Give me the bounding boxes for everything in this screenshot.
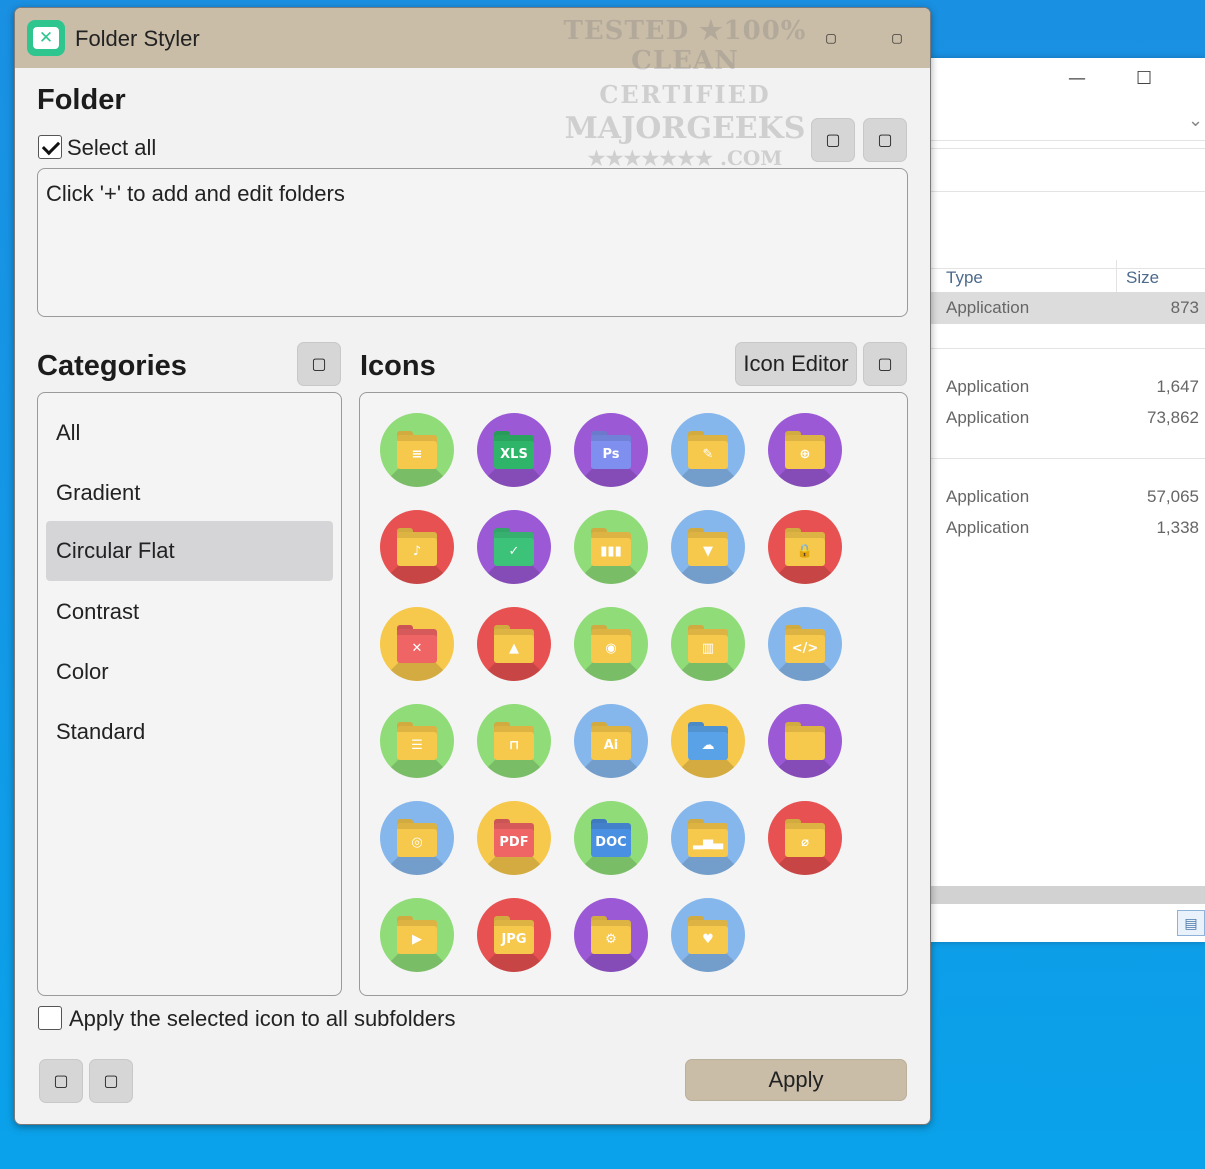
bottom-button-1[interactable]: ▢ [39, 1059, 83, 1103]
pdf-folder-icon[interactable]: PDF [477, 801, 551, 875]
icons-menu-button[interactable]: ▢ [863, 342, 907, 386]
close-button[interactable]: ▢ [887, 28, 907, 48]
select-all-checkbox[interactable] [38, 135, 62, 159]
folder-action-button-1[interactable]: ▢ [811, 118, 855, 162]
divider [930, 348, 1205, 349]
file-type: Application [946, 377, 1030, 396]
cloud-folder-icon[interactable]: ☁ [671, 704, 745, 778]
audio-folder-icon[interactable]: ♪ [380, 510, 454, 584]
explorer-minimize-button[interactable]: — [1068, 68, 1086, 89]
explorer-window: — ☐ ⌄ Type Size Application 873 Applicat… [930, 58, 1205, 942]
file-type: Application [946, 518, 1030, 537]
xls-folder-icon[interactable]: XLS [477, 413, 551, 487]
chart-folder-icon[interactable]: ▂▅▃ [671, 801, 745, 875]
jpg-folder-icon[interactable]: JPG [477, 898, 551, 972]
check-folder-icon[interactable]: ✓ [477, 510, 551, 584]
games-folder-icon[interactable]: ◉ [574, 607, 648, 681]
apply-subfolders-checkbox[interactable] [38, 1006, 62, 1030]
photoshop-folder-icon[interactable]: Ps [574, 413, 648, 487]
divider [930, 140, 1205, 141]
categories-list: All Gradient Circular Flat Contrast Colo… [37, 392, 342, 996]
settings-folder-icon[interactable]: ⚙ [574, 898, 648, 972]
code-folder-icon[interactable]: </> [768, 607, 842, 681]
category-item-color[interactable]: Color [46, 642, 333, 702]
doc-folder-icon[interactable]: DOC [574, 801, 648, 875]
category-item-circular-flat[interactable]: Circular Flat [46, 521, 333, 581]
chevron-down-icon[interactable]: ⌄ [1188, 110, 1203, 131]
app-logo-icon: ✕ [27, 20, 65, 56]
select-all-label[interactable]: Select all [67, 135, 156, 161]
file-row[interactable]: Application 73,862 [930, 402, 1205, 434]
edit-folder-icon[interactable]: ✎ [671, 413, 745, 487]
divider [930, 191, 1205, 192]
column-header-size[interactable]: Size [1126, 268, 1159, 288]
books-folder-icon[interactable]: ▮▮▮ [574, 510, 648, 584]
file-size: 73,862 [1147, 408, 1199, 427]
category-item-gradient[interactable]: Gradient [46, 463, 333, 523]
folder-heading: Folder [37, 84, 126, 116]
horizontal-scrollbar[interactable] [930, 886, 1205, 904]
categories-heading: Categories [37, 350, 187, 382]
category-item-standard[interactable]: Standard [46, 702, 333, 762]
column-header-type[interactable]: Type [946, 268, 983, 288]
unlock-folder-icon[interactable]: ⊓ [477, 704, 551, 778]
open-folder-icon[interactable] [768, 704, 842, 778]
explorer-maximize-button[interactable]: ☐ [1136, 68, 1152, 89]
image-folder-icon[interactable]: ▲ [477, 607, 551, 681]
file-type: Application [946, 298, 1030, 317]
illustrator-folder-icon[interactable]: Ai [574, 704, 648, 778]
apply-subfolders-label[interactable]: Apply the selected icon to all subfolder… [69, 1006, 455, 1032]
icon-editor-button[interactable]: Icon Editor [735, 342, 857, 386]
trash-folder-icon[interactable]: ▥ [671, 607, 745, 681]
file-row[interactable]: Application 873 [930, 292, 1205, 324]
file-type: Application [946, 487, 1030, 506]
divider [930, 148, 1205, 149]
file-row[interactable]: Application 57,065 [930, 481, 1205, 513]
category-item-all[interactable]: All [46, 403, 333, 463]
file-row[interactable]: Application 1,338 [930, 512, 1205, 544]
file-size: 57,065 [1147, 487, 1199, 506]
divider [930, 458, 1205, 459]
folder-action-button-2[interactable]: ▢ [863, 118, 907, 162]
cabinet-folder-icon[interactable]: ☰ [380, 704, 454, 778]
attachment-folder-icon[interactable]: ⌀ [768, 801, 842, 875]
folder-list-placeholder: Click '+' to add and edit folders [46, 181, 345, 206]
web-folder-icon[interactable]: ⊕ [768, 413, 842, 487]
lock-folder-icon[interactable]: 🔒 [768, 510, 842, 584]
window-title: Folder Styler [75, 26, 200, 51]
database-folder-icon[interactable]: ◎ [380, 801, 454, 875]
divider [930, 268, 1205, 269]
file-row[interactable]: Application 1,647 [930, 371, 1205, 403]
bottom-button-2[interactable]: ▢ [89, 1059, 133, 1103]
bookmark-folder-icon[interactable]: ▼ [671, 510, 745, 584]
file-size: 1,338 [1156, 518, 1199, 537]
folder-styler-window: ✕ Folder Styler ▢ ▢ TESTED ★100% CLEAN C… [14, 7, 931, 1125]
document-folder-icon[interactable]: ≡ [380, 413, 454, 487]
folder-list[interactable]: Click '+' to add and edit folders [37, 168, 908, 317]
file-type: Application [946, 408, 1030, 427]
file-size: 873 [1170, 298, 1199, 317]
categories-menu-button[interactable]: ▢ [297, 342, 341, 386]
favorite-folder-icon[interactable]: ♥ [671, 898, 745, 972]
video-folder-icon[interactable]: ▶ [380, 898, 454, 972]
icons-heading: Icons [360, 350, 436, 382]
details-view-icon[interactable]: ▤ [1177, 910, 1205, 936]
watermark-logo: TESTED ★100% CLEAN CERTIFIED MAJORGEEKS … [563, 16, 807, 170]
icon-grid: ≡ XLS Ps ✎ ⊕ ♪ ✓ ▮▮▮ ▼ 🔒 ✕ ▲ ◉ ▥ </> ☰ ⊓ Ai ☁ ◎ PDF DOC ▂▅▃ ⌀ ▶ J… [359, 392, 908, 996]
category-item-contrast[interactable]: Contrast [46, 582, 333, 642]
file-size: 1,647 [1156, 377, 1199, 396]
delete-folder-icon[interactable]: ✕ [380, 607, 454, 681]
apply-button[interactable]: Apply [685, 1059, 907, 1101]
minimize-button[interactable]: ▢ [821, 28, 841, 48]
